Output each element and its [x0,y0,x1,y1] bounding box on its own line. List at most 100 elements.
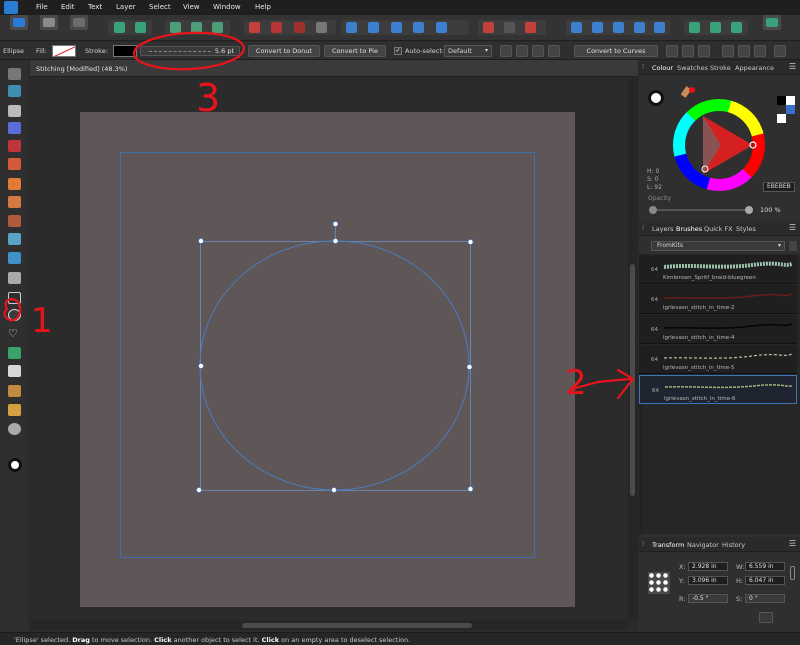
transform-options-icon[interactable] [759,612,773,623]
saturation-value: S: 0 [647,176,659,183]
panel-menu-icon[interactable]: ☰ [789,223,796,232]
brush-size: 64 [651,297,658,303]
vertical-scrollbar[interactable] [628,78,638,620]
tab-navigator[interactable]: Navigator [687,541,719,549]
opacity-value[interactable]: 100 % [760,206,781,214]
hue-value: H: 0 [647,168,660,175]
panel-menu-icon[interactable]: ☰ [789,62,796,71]
opacity-label: Opacity [648,195,672,202]
fill-stroke-selector-icon[interactable] [648,90,664,106]
tab-quick-fx[interactable]: Quick FX [704,225,733,233]
tab-stroke[interactable]: Stroke [710,64,731,72]
status-bar: 'Ellipse' selected. Drag to move selecti… [0,632,800,645]
brush-item-1[interactable]: 64 Kimlensen_Spritf_braid-bluegreen [639,255,797,284]
handle-top-left[interactable] [197,237,204,244]
chevron-down-icon: ▾ [777,242,781,249]
white-swatch[interactable] [786,96,795,105]
status-part-3: on an empty area to deselect selection. [279,636,411,644]
anchor-selector-icon[interactable] [648,572,670,594]
picked-colour-icon [689,87,695,93]
horizontal-scroll-thumb[interactable] [242,623,472,628]
rotation-handle[interactable] [332,220,339,227]
ellipse-shape[interactable] [199,240,470,491]
handle-top[interactable] [332,237,339,244]
opacity-knob[interactable] [745,206,753,214]
handle-right[interactable] [466,363,473,370]
colour-wheel[interactable] [671,97,767,193]
brush-category-value: FromKits [657,242,683,249]
brush-size: 64 [652,388,659,394]
tab-swatches[interactable]: Swatches [677,64,708,72]
handle-left[interactable] [197,362,204,369]
hex-input[interactable]: EBEBEB [763,182,795,192]
handle-bottom[interactable] [330,486,337,493]
brush-preview [663,323,793,329]
brush-category-dropdown[interactable]: FromKits ▾ [651,241,785,251]
brush-size: 64 [651,357,658,363]
tab-history[interactable]: History [722,541,745,549]
brush-item-4[interactable]: 64 lgrlevasn_stitch_in_time-5 [639,345,797,374]
colour-panel-tabs: ⁝ Colour Swatches Stroke Appearance ☰ [639,60,800,75]
y-input[interactable]: 3.096 in [688,576,728,585]
x-input[interactable]: 2.928 in [688,562,728,571]
opacity-slider[interactable] [649,206,753,214]
brush-preview [663,261,793,269]
brush-name: lgrlevasn_stitch_in_time-6 [664,396,736,402]
rotation-label: R: [679,595,686,603]
tab-transform[interactable]: Transform [652,541,684,549]
shear-label: S: [736,595,743,603]
brush-name: lgrlevasn_stitch_in_time-2 [663,305,735,311]
collapse-icon[interactable]: ⁝ [642,224,644,232]
blue-swatch[interactable] [786,105,795,114]
brush-item-5-selected[interactable]: 64 lgrlevasn_stitch_in_time-6 [639,375,797,404]
transform-panel-tabs: ⁝ Transform Navigator History ☰ [639,537,800,552]
height-input[interactable]: 6.047 in [745,576,785,585]
brush-name: lgrlevasn_stitch_in_time-4 [663,335,735,341]
brush-preview [663,293,793,299]
w-label: W: [736,563,745,571]
brush-size: 64 [651,267,658,273]
status-part-2: another object to select it. [171,636,262,644]
opacity-start-knob[interactable] [649,206,657,214]
brush-preview [664,384,794,389]
h-label: H: [736,577,744,585]
brush-item-2[interactable]: 64 lgrlevasn_stitch_in_time-2 [639,285,797,314]
panel-menu-icon[interactable]: ☰ [789,539,796,548]
y-label: Y: [679,577,685,585]
x-label: X: [679,563,686,571]
status-click-2: Click [261,636,280,644]
artboard-outline [120,152,535,558]
brushes-panel-tabs: ⁝ Layers Brushes Quick FX Styles ☰ [639,221,800,236]
status-selected: 'Ellipse' selected. [14,636,71,644]
handle-bottom-right[interactable] [467,485,474,492]
lock-aspect-icon[interactable] [790,566,795,580]
handle-bottom-left[interactable] [195,486,202,493]
shear-input[interactable]: 0 ° [745,594,785,603]
rotation-input[interactable]: -0.5 ° [688,594,728,603]
handle-top-right[interactable] [467,238,474,245]
status-click-1: Click [154,636,172,644]
lightness-value: L: 92 [647,184,662,191]
status-part-1: to move selection. [89,636,155,644]
tab-brushes[interactable]: Brushes [676,225,702,233]
white-swatch-2[interactable] [777,114,786,123]
collapse-icon[interactable]: ⁝ [642,540,644,548]
status-text: 'Ellipse' selected. Drag to move selecti… [14,636,410,644]
black-swatch[interactable] [777,96,786,105]
width-input[interactable]: 6.559 in [745,562,785,571]
horizontal-scrollbar[interactable] [30,620,628,630]
brush-preview [663,353,793,359]
collapse-icon[interactable]: ⁝ [642,63,644,71]
tab-colour[interactable]: Colour [652,64,673,72]
brush-size: 64 [651,327,658,333]
tab-appearance[interactable]: Appearance [735,64,774,72]
brush-name: lgrlevasn_stitch_in_time-5 [663,365,735,371]
brush-name: Kimlensen_Spritf_braid-bluegreen [663,275,756,281]
tab-styles[interactable]: Styles [736,225,756,233]
right-studio-panels: ⁝ Colour Swatches Stroke Appearance ☰ H:… [639,60,800,632]
status-drag: Drag [72,636,90,644]
vertical-scroll-thumb[interactable] [630,264,635,496]
tab-layers[interactable]: Layers [652,225,674,233]
brush-item-3[interactable]: 64 lgrlevasn_stitch_in_time-4 [639,315,797,344]
brush-menu-icon[interactable] [789,241,797,251]
